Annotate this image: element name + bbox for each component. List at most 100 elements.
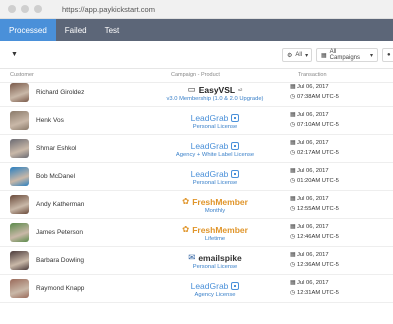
transaction-date: Jul 06, 2017 <box>297 168 329 174</box>
product-cell: LeadGrab Personal License <box>140 112 290 130</box>
transaction-time: 12:36AM UTC-5 <box>297 261 339 268</box>
window-controls <box>0 5 62 13</box>
product-cell: LeadGrab Agency License <box>140 280 290 298</box>
table-row[interactable]: Bob McDanel LeadGrab Personal License ▦ Jul … <box>0 163 393 191</box>
minimize-window-button[interactable] <box>21 5 29 13</box>
transaction-date: Jul 06, 2017 <box>297 252 329 258</box>
transaction-cell: ▦ Jul 06, 2017 ◷ 12:36AM UTC-5 <box>290 251 339 270</box>
transaction-cell: ▦ Jul 06, 2017 ◷ 07:38AM UTC-5 <box>290 83 339 102</box>
table-row[interactable]: Shmar Eshkol LeadGrab Agency + White Label… <box>0 135 393 163</box>
calendar-icon: ▦ <box>290 252 296 258</box>
avatar <box>10 279 29 298</box>
product-plan-link[interactable]: Lifetime <box>140 236 290 242</box>
tab-bar: Processed Failed Test <box>0 19 393 41</box>
avatar <box>10 195 29 214</box>
column-header-transaction[interactable]: Transaction <box>298 72 327 78</box>
avatar <box>10 139 29 158</box>
filter-bar: ▼ ⚙ All ▾ ▦ All Campaigns ▾ ● <box>0 41 393 69</box>
transaction-date: Jul 06, 2017 <box>297 140 329 146</box>
calendar-icon: ▦ <box>290 168 296 174</box>
transaction-time: 12:31AM UTC-5 <box>297 289 339 296</box>
avatar <box>10 223 29 242</box>
clock-icon: ◷ <box>290 233 296 240</box>
calendar-icon: ▦ <box>290 224 296 230</box>
table-row[interactable]: Raymond Knapp LeadGrab Agency License ▦ Jul … <box>0 275 393 303</box>
product-logo: ✿ FreshMember <box>182 196 248 207</box>
transaction-cell: ▦ Jul 06, 2017 ◷ 12:46AM UTC-5 <box>290 223 339 242</box>
product-plan-link[interactable]: Agency License <box>140 292 290 298</box>
table-row[interactable]: James Peterson ✿ FreshMember Lifetime ▦ Jul 0… <box>0 219 393 247</box>
status-filter-select[interactable]: ⚙ All ▾ <box>282 48 312 62</box>
product-plan-link[interactable]: Agency + White Label License <box>140 152 290 158</box>
customer-name[interactable]: James Peterson <box>36 229 83 236</box>
transaction-cell: ▦ Jul 06, 2017 ◷ 12:55AM UTC-5 <box>290 195 339 214</box>
customer-name[interactable]: Bob McDanel <box>36 173 75 180</box>
transaction-cell: ▦ Jul 06, 2017 ◷ 02:17AM UTC-5 <box>290 139 339 158</box>
chevron-down-icon: ▾ <box>305 52 309 59</box>
transaction-time: 12:55AM UTC-5 <box>297 205 339 212</box>
product-cell: LeadGrab Personal License <box>140 168 290 186</box>
column-header-customer[interactable]: Customer <box>10 72 34 78</box>
customer-name[interactable]: Raymond Knapp <box>36 285 84 292</box>
transaction-time: 12:46AM UTC-5 <box>297 233 339 240</box>
transaction-time: 07:38AM UTC-5 <box>297 93 339 100</box>
table-row[interactable]: Richard Giroldez ▭ EasyVSL v2 v3.0 Membershi… <box>0 79 393 107</box>
avatar <box>10 251 29 270</box>
product-cell: ✿ FreshMember Lifetime <box>140 224 290 242</box>
leadgrab-icon <box>231 169 240 178</box>
clock-icon: ◷ <box>290 149 296 156</box>
transaction-cell: ▦ Jul 06, 2017 ◷ 01:20AM UTC-5 <box>290 167 339 186</box>
calendar-icon: ▦ <box>290 280 296 286</box>
clock-icon: ◷ <box>290 205 296 212</box>
product-plan-link[interactable]: Personal License <box>140 124 290 130</box>
transaction-time: 02:17AM UTC-5 <box>297 149 339 156</box>
product-logo: LeadGrab <box>140 140 290 151</box>
clock-icon: ◷ <box>290 121 296 128</box>
transaction-cell: ▦ Jul 06, 2017 ◷ 07:10AM UTC-5 <box>290 111 339 130</box>
flower-icon: ✿ <box>182 196 190 206</box>
product-plan-link[interactable]: Personal License <box>140 180 290 186</box>
campaign-filter-select[interactable]: ▦ All Campaigns ▾ <box>316 48 378 62</box>
close-window-button[interactable] <box>8 5 16 13</box>
product-plan-link[interactable]: Personal License <box>140 264 290 270</box>
customer-name[interactable]: Henk Vos <box>36 117 64 124</box>
product-cell: ✉ emailspike Personal License <box>140 252 290 270</box>
product-logo: LeadGrab <box>140 168 290 179</box>
table-row[interactable]: Henk Vos LeadGrab Personal License ▦ Jul 06,… <box>0 107 393 135</box>
user-filter-select[interactable]: ● <box>382 48 393 62</box>
table-row[interactable]: Barbara Dowling ✉ emailspike Personal Licen… <box>0 247 393 275</box>
product-plan-link[interactable]: Monthly <box>140 208 290 214</box>
leadgrab-icon <box>231 141 240 150</box>
table-row[interactable]: Andy Katherman ✿ FreshMember Monthly ▦ Jul 06… <box>0 191 393 219</box>
tab-failed[interactable]: Failed <box>56 19 96 41</box>
transaction-date: Jul 06, 2017 <box>297 84 329 90</box>
calendar-icon: ▦ <box>290 140 296 146</box>
gear-icon: ⚙ <box>287 52 293 59</box>
user-icon: ● <box>387 52 391 58</box>
grid-icon: ▦ <box>321 52 327 59</box>
maximize-window-button[interactable] <box>34 5 42 13</box>
transaction-time: 01:20AM UTC-5 <box>297 177 339 184</box>
customer-name[interactable]: Barbara Dowling <box>36 257 84 264</box>
customer-name[interactable]: Andy Katherman <box>36 201 84 208</box>
transaction-cell: ▦ Jul 06, 2017 ◷ 12:31AM UTC-5 <box>290 279 339 298</box>
address-bar[interactable]: https://app.paykickstart.com <box>62 5 155 14</box>
column-header-product[interactable]: Campaign - Product <box>171 72 220 78</box>
customer-name[interactable]: Richard Giroldez <box>36 89 84 96</box>
clock-icon: ◷ <box>290 261 296 268</box>
transaction-time: 07:10AM UTC-5 <box>297 121 339 128</box>
product-logo: ✉ emailspike <box>188 252 242 263</box>
transaction-date: Jul 06, 2017 <box>297 224 329 230</box>
product-cell: LeadGrab Agency + White Label License <box>140 140 290 159</box>
browser-chrome: https://app.paykickstart.com <box>0 0 393 19</box>
clock-icon: ◷ <box>290 289 296 296</box>
clock-icon: ◷ <box>290 93 296 100</box>
calendar-icon: ▦ <box>290 84 296 90</box>
envelope-icon: ✉ <box>188 252 196 262</box>
product-plan-link[interactable]: v3.0 Membership (1.0 & 2.0 Upgrade) <box>140 96 290 102</box>
customer-name[interactable]: Shmar Eshkol <box>36 145 76 152</box>
tab-processed[interactable]: Processed <box>0 19 56 41</box>
calendar-icon: ▦ <box>290 112 296 118</box>
filter-toggle-caret-icon[interactable]: ▼ <box>11 51 18 58</box>
tab-test[interactable]: Test <box>96 19 129 41</box>
